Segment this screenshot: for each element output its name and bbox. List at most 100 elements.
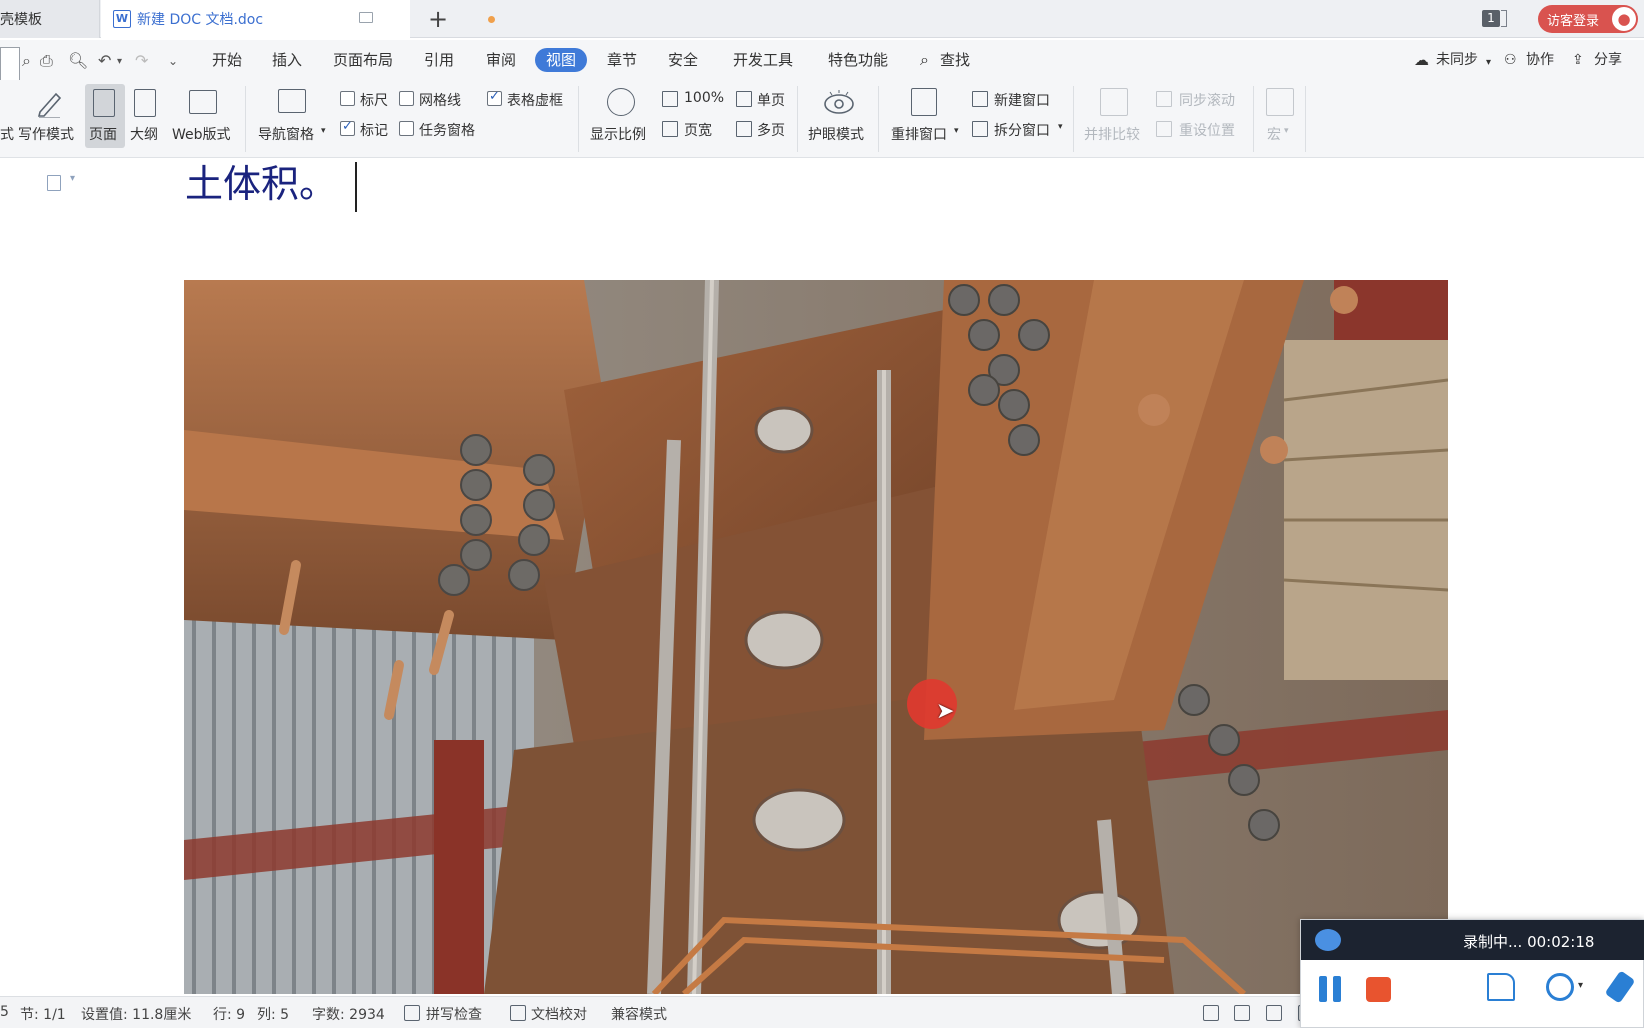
sync-dropdown-icon[interactable]: ▾ [1486,52,1491,74]
macro-dropdown-icon[interactable]: ▾ [1284,126,1289,136]
search-icon[interactable]: ⌕ [920,49,929,71]
status-word-count[interactable]: 字数: 2934 [312,1004,385,1024]
sync-scroll-icon [1156,91,1172,107]
print-preview-icon[interactable]: 🔍︎ [68,51,88,70]
pause-icon-bar-left [1319,976,1327,1002]
split-window-button[interactable]: 拆分窗口 [994,120,1050,140]
new-tab-button[interactable]: + [428,5,448,33]
read-mode-label[interactable]: 式 [0,124,14,144]
status-line[interactable]: 行: 9 [213,1004,245,1024]
redo-icon[interactable]: ↷ [135,51,148,70]
eye-protect-button[interactable]: 护眼模式 [808,124,864,144]
reset-position-button[interactable]: 重设位置 [1179,120,1235,140]
read-view-icon[interactable] [1234,1005,1250,1021]
document-text-line[interactable]: 土体积。 [185,159,337,209]
side-by-side-button[interactable]: 并排比较 [1084,124,1140,144]
marks-checkbox[interactable] [340,119,355,136]
menu-page-layout[interactable]: 页面布局 [333,49,393,71]
zoom-ratio-icon [607,88,635,116]
ruler-checkbox[interactable] [340,91,355,106]
pin-window-icon[interactable] [359,12,373,23]
zoom-100-button[interactable]: 100% [684,90,724,106]
new-window-button[interactable]: 新建窗口 [994,90,1050,110]
print-icon[interactable]: ⎙ [40,51,53,71]
arrange-window-dropdown-icon[interactable]: ▾ [954,126,959,136]
status-column[interactable]: 列: 5 [257,1004,289,1024]
page-view-button[interactable]: 页面 [85,84,125,148]
split-window-dropdown-icon[interactable]: ▾ [1058,122,1063,132]
share-button[interactable]: 分享 [1594,49,1622,71]
menu-features[interactable]: 特色功能 [828,49,888,71]
eye-icon [823,88,855,120]
camera-overlay-icon[interactable] [1546,973,1574,1001]
guest-login-button[interactable]: 访客登录 ● [1538,5,1638,33]
zoom-ratio-button[interactable]: 显示比例 [590,124,646,144]
table-gridlines-checkbox[interactable] [487,89,502,106]
write-mode-button[interactable]: 写作模式 [18,124,74,144]
collab-icon[interactable]: ⚇ [1504,49,1517,71]
screen-recorder-panel: 录制中... 00:02:18 ▾ [1300,919,1644,1028]
menu-insert[interactable]: 插入 [272,49,302,71]
paragraph-options-dropdown-icon[interactable]: ▾ [70,173,75,184]
cloud-sync-icon[interactable]: ☁ [1414,49,1429,71]
menu-review[interactable]: 审阅 [486,49,516,71]
window-count-badge[interactable]: 1 [1482,10,1500,27]
tab-document[interactable]: W 新建 DOC 文档.doc [101,0,495,38]
recorder-header: 录制中... 00:02:18 [1301,920,1644,960]
menu-start[interactable]: 开始 [212,49,242,71]
task-pane-checkbox[interactable] [399,121,414,136]
page-width-button[interactable]: 页宽 [684,120,712,140]
fullscreen-icon[interactable] [1203,1005,1219,1021]
annotate-tag-icon[interactable] [1487,973,1515,1001]
ribbon-separator [245,86,246,152]
recording-status: 录制中... 00:02:18 [1463,933,1595,951]
open-icon[interactable]: ⌕ [22,51,31,71]
menu-view[interactable]: 视图 [535,48,588,72]
stop-button[interactable] [1366,977,1391,1002]
customize-quick-access-icon[interactable]: ⌄ [168,54,178,68]
status-setting-value[interactable]: 设置值: 11.8厘米 [81,1004,191,1024]
gridlines-checkbox[interactable] [399,91,414,106]
undo-icon[interactable]: ↶ [98,51,111,70]
avatar-icon: ● [1612,7,1636,31]
menu-search[interactable]: 查找 [940,49,970,71]
unsaved-dot-icon [488,16,495,23]
menu-security[interactable]: 安全 [668,49,698,71]
status-section[interactable]: 节: 1/1 [20,1004,66,1024]
menu-dev-tools[interactable]: 开发工具 [733,49,793,71]
window-count-badge-edge [1501,10,1507,27]
side-by-side-icon [1100,88,1128,116]
nav-pane-button[interactable]: 导航窗格 [258,124,314,144]
pause-button[interactable] [1319,976,1343,1002]
nav-pane-dropdown-icon[interactable]: ▾ [321,126,326,136]
pencil-icon [36,88,62,119]
write-view-icon[interactable] [1266,1005,1282,1021]
paragraph-options-icon[interactable] [47,175,61,191]
tab-template[interactable]: 稻壳模板 [0,0,100,38]
share-icon[interactable]: ⇪ [1572,49,1584,71]
status-page[interactable]: 5 [0,1004,9,1020]
pause-icon-bar-right [1333,976,1341,1002]
undo-dropdown-icon[interactable]: ▾ [117,56,122,67]
web-layout-button[interactable]: Web版式 [172,124,231,144]
menu-references[interactable]: 引用 [424,49,454,71]
page-width-icon [662,121,678,137]
single-page-icon [736,91,752,107]
sync-scroll-button[interactable]: 同步滚动 [1179,90,1235,110]
document-area[interactable]: ▾ 土体积。 ➤ [0,159,1644,994]
outline-button[interactable]: 大纲 [130,124,158,144]
arrange-window-button[interactable]: 重排窗口 [891,124,947,144]
steel-structure-photo[interactable] [184,280,1448,994]
menu-chapter[interactable]: 章节 [607,49,637,71]
multi-page-button[interactable]: 多页 [757,120,785,140]
tools-dropdown-icon[interactable]: ▾ [1578,980,1590,1008]
pen-icon[interactable] [1604,970,1636,1004]
spell-check-icon [404,1005,420,1021]
doc-proof-button[interactable]: 文档校对 [531,1004,587,1024]
single-page-button[interactable]: 单页 [757,90,785,110]
macro-button[interactable]: 宏 [1267,124,1281,144]
spell-check-button[interactable]: 拼写检查 [426,1004,482,1024]
collab-button[interactable]: 协作 [1526,49,1554,71]
menu-row: ⌕ ⎙ 🔍︎ ↶ ▾ ↷ ⌄ 开始 插入 页面布局 引用 审阅 视图 章节 安全… [0,40,1644,80]
sync-status[interactable]: 未同步 [1436,49,1478,71]
